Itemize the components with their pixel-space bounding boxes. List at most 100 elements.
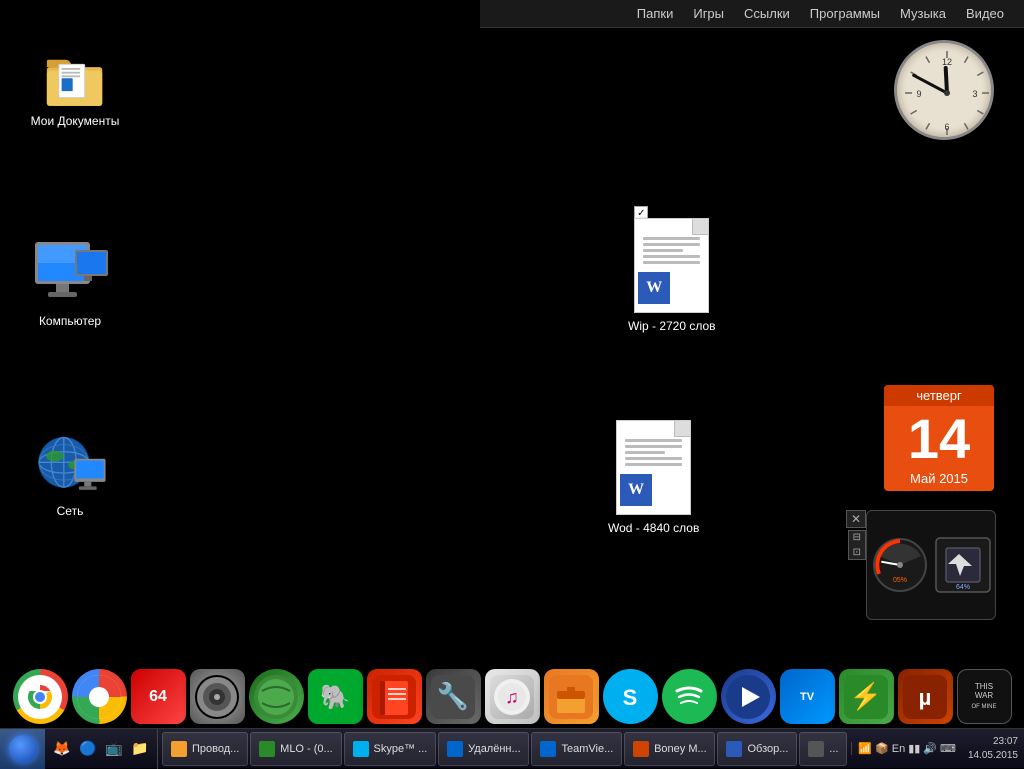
taskbar-item-label-skype: Skype™ ...	[374, 743, 428, 755]
network-img	[30, 430, 110, 500]
clock-widget: 12 3 6 9	[894, 40, 994, 140]
computer-img	[30, 240, 110, 310]
dock-icon-battery[interactable]: ⚡	[839, 669, 894, 724]
taskbar-item-remote[interactable]: Удалённ...	[438, 732, 529, 766]
perf-close-btn[interactable]: ✕	[846, 510, 866, 528]
taskbar-item-label-boney: Boney M...	[654, 743, 707, 755]
computer-icon[interactable]: Компьютер	[20, 240, 120, 328]
svg-text:3: 3	[972, 89, 977, 99]
firefox-quickbtn[interactable]: 🦊	[50, 737, 74, 761]
word-badge-wip: W	[638, 272, 670, 304]
gpu-gauge: 64%	[934, 536, 992, 594]
menu-item-музыка[interactable]: Музыка	[900, 6, 946, 21]
tray-keyboard[interactable]: ⌨	[940, 742, 956, 755]
cpu-gauge: 05%	[871, 536, 929, 594]
start-button[interactable]	[0, 729, 45, 769]
taskbar-item-icon-explorer	[171, 741, 187, 757]
taskbar-item-teamviewer[interactable]: TeamVie...	[531, 732, 622, 766]
wod-doc-icon[interactable]: W Wod - 4840 слов	[608, 420, 699, 535]
taskbar-tray: 📶 📦 En ▮▮ 🔊 ⌨	[851, 742, 962, 755]
svg-text:🐘: 🐘	[320, 684, 350, 711]
svg-text:🔧: 🔧	[437, 680, 469, 711]
taskbar-item-icon-mlo	[259, 741, 275, 757]
my-documents-label: Мои Документы	[31, 114, 120, 128]
taskbar-item-skype[interactable]: Skype™ ...	[344, 732, 437, 766]
dock-icon-mxplayer[interactable]	[721, 669, 776, 724]
svg-text:6: 6	[944, 122, 949, 132]
taskbar-item-icon-extra	[808, 741, 824, 757]
folder-icon	[45, 50, 105, 110]
taskbar-date: 14.05.2015	[968, 749, 1018, 763]
dock-icon-64bit[interactable]: 64	[131, 669, 186, 724]
wip-doc-label: Wip - 2720 слов	[628, 319, 716, 333]
dock-icon-skype[interactable]: S	[603, 669, 658, 724]
wip-doc-icon[interactable]: ✓ W Wip - 2720 слов	[628, 218, 716, 333]
ie-quickbtn[interactable]: 🔵	[76, 737, 100, 761]
dock-icon-torrent[interactable]: µ	[898, 669, 953, 724]
desktop	[0, 0, 1024, 768]
wip-doc: W	[634, 218, 709, 313]
dock-icon-redbook[interactable]	[367, 669, 422, 724]
svg-text:♫: ♫	[505, 687, 519, 707]
wip-doc-lines	[643, 237, 700, 267]
menu-item-ссылки[interactable]: Ссылки	[744, 6, 790, 21]
taskbar-item-icon-review	[726, 741, 742, 757]
menu-item-программы[interactable]: Программы	[810, 6, 880, 21]
tray-lang[interactable]: En	[892, 743, 905, 755]
network-svg	[30, 430, 110, 500]
wip-doc-wrapper: ✓ W	[634, 218, 709, 313]
menu-item-папки[interactable]: Папки	[637, 6, 674, 21]
taskbar-item-icon-teamviewer	[540, 741, 556, 757]
dock-icon-picasa[interactable]	[72, 669, 127, 724]
taskbar-time: 23:07	[968, 735, 1018, 749]
taskbar-item-label-review: Обзор...	[747, 743, 788, 755]
dock-icon-chrome[interactable]	[13, 669, 68, 724]
top-menu-bar: Папки Игры Ссылки Программы Музыка Видео	[480, 0, 1024, 28]
dock-icon-box[interactable]	[544, 669, 599, 724]
calendar-widget: четверг 14 Май 2015	[884, 385, 994, 491]
network-icon[interactable]: Сеть	[15, 430, 125, 518]
taskbar-item-mlo[interactable]: MLO - (0...	[250, 732, 341, 766]
wod-doc-label: Wod - 4840 слов	[608, 521, 699, 535]
clock-face: 12 3 6 9	[894, 40, 994, 140]
media-quickbtn[interactable]: 📺	[102, 737, 126, 761]
svg-text:12: 12	[942, 57, 952, 67]
taskbar-item-label-teamviewer: TeamVie...	[561, 743, 613, 755]
gauge-container: 05% 64%	[871, 536, 992, 594]
dock-icon-evernote[interactable]: 🐘	[308, 669, 363, 724]
dock-icon-pro[interactable]	[190, 669, 245, 724]
menu-item-видео[interactable]: Видео	[966, 6, 1004, 21]
tray-network[interactable]: 📶	[858, 742, 872, 755]
tray-volume[interactable]: 🔊	[923, 742, 937, 755]
taskbar-item-boney[interactable]: Boney M...	[624, 732, 715, 766]
perf-side-btns[interactable]: ⊟ ⊡	[848, 530, 866, 560]
dock-icon-wrench[interactable]: 🔧	[426, 669, 481, 724]
cpu-percent: 05%	[892, 577, 906, 584]
taskbar-items: Провод... MLO - (0... Skype™ ... Удалённ...…	[158, 729, 851, 769]
taskbar-item-review[interactable]: Обзор...	[717, 732, 797, 766]
svg-text:S: S	[623, 685, 638, 710]
menu-item-игры[interactable]: Игры	[693, 6, 724, 21]
my-documents-icon[interactable]: Мои Документы	[30, 50, 120, 128]
dock-icon-ball[interactable]	[249, 669, 304, 724]
dock-icon-teamviewer[interactable]: TV	[780, 669, 835, 724]
taskbar-item-label-mlo: MLO - (0...	[280, 743, 333, 755]
taskbar-quicklaunch: 🦊 🔵 📺 📁	[45, 729, 158, 769]
calendar-day: 14	[884, 406, 994, 469]
dock-icon-spotify[interactable]	[662, 669, 717, 724]
taskbar-item-extra[interactable]: ...	[799, 732, 847, 766]
cpu-gauge-svg: 05%	[871, 536, 929, 594]
dock-icon-twom[interactable]: THISWAROF MINE	[957, 669, 1012, 724]
folder-svg	[45, 48, 105, 113]
tray-dropbox[interactable]: 📦	[875, 742, 889, 755]
taskbar-item-explorer[interactable]: Провод...	[162, 732, 248, 766]
explorer-quickbtn[interactable]: 📁	[128, 737, 152, 761]
performance-widget: 05% 64%	[866, 510, 996, 620]
taskbar-clock[interactable]: 23:07 14.05.2015	[962, 735, 1024, 763]
taskbar-item-icon-boney	[633, 741, 649, 757]
wod-doc-lines	[625, 439, 682, 469]
dock-icon-itunes[interactable]: ♫	[485, 669, 540, 724]
word-badge-wod: W	[620, 474, 652, 506]
windows-orb	[9, 735, 37, 763]
taskbar-item-label-remote: Удалённ...	[468, 743, 521, 755]
